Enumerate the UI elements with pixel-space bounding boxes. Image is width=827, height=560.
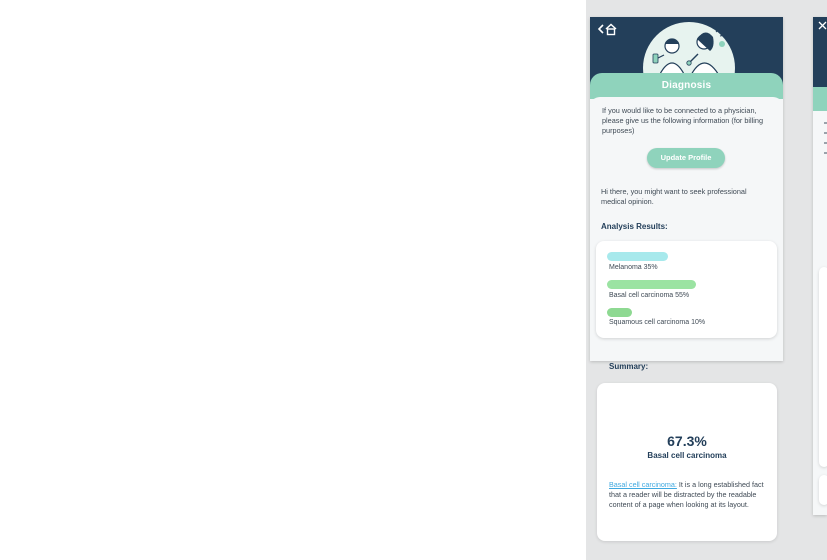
next-screen-tab (813, 87, 827, 111)
squamous-cell-bar (607, 308, 632, 317)
next-screen-preview (813, 17, 827, 515)
melanoma-label: Melanoma 35% (609, 264, 658, 271)
squamous-cell-label: Squamous cell carcinoma 10% (609, 319, 706, 326)
intro-text: If you would like to be connected to a p… (602, 106, 764, 135)
diagnosis-screen: Diagnosis If you would like to be connec… (590, 17, 783, 361)
close-icon[interactable] (818, 21, 827, 30)
summary-description: Basal cell carcinoma: It is a long estab… (609, 480, 769, 510)
melanoma-bar (607, 252, 668, 261)
analysis-results-card: Melanoma 35% Basal cell carcinoma 55% Sq… (596, 241, 777, 338)
advice-text: Hi there, you might want to seek profess… (601, 187, 747, 206)
next-screen-card (819, 267, 827, 467)
summary-card: 67.3% Basal cell carcinoma Basal cell ca… (597, 383, 777, 541)
basal-cell-carcinoma-link[interactable]: Basal cell carcinoma: (609, 480, 677, 489)
screen-title: Diagnosis (661, 80, 712, 91)
analysis-results-title: Analysis Results: (601, 222, 668, 231)
back-home-icon[interactable] (597, 22, 619, 36)
summary-percent: 67.3% (667, 433, 707, 449)
basal-cell-bar (607, 280, 696, 289)
update-profile-button[interactable]: Update Profile (647, 148, 725, 168)
next-screen-card-small (819, 475, 827, 505)
summary-diagnosis: Basal cell carcinoma (647, 451, 727, 460)
summary-label: Summary: (609, 362, 649, 371)
basal-cell-label: Basal cell carcinoma 55% (609, 292, 690, 299)
